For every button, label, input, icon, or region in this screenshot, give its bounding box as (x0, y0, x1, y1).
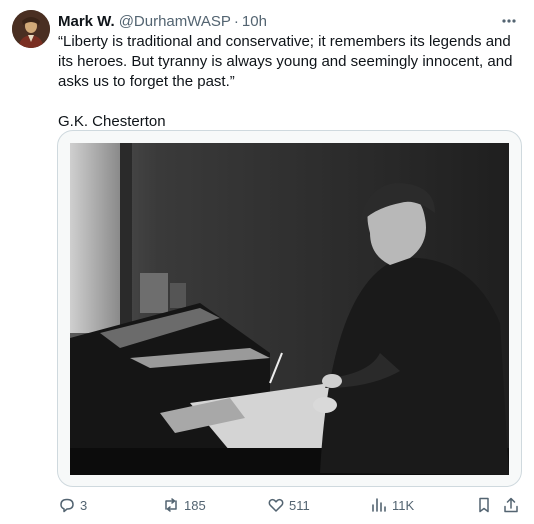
views-icon (372, 498, 386, 512)
action-bar: 3 185 511 11K (58, 494, 524, 516)
bookmark-icon (479, 497, 489, 513)
like-button[interactable]: 511 (267, 494, 310, 516)
author-name[interactable]: Mark W. (58, 13, 115, 30)
reply-icon (60, 498, 74, 513)
attribution-text: G.K. Chesterton (58, 113, 166, 130)
bookmark-button[interactable] (475, 494, 493, 516)
views-button[interactable]: 11K (370, 494, 414, 516)
more-button[interactable] (498, 11, 520, 31)
views-count: 11K (392, 497, 415, 513)
reply-count: 3 (80, 497, 88, 513)
tweet-header: Mark W. @DurhamWASP · 10h (58, 11, 520, 31)
timestamp[interactable]: 10h (242, 13, 267, 30)
media-container[interactable] (57, 130, 522, 487)
author-handle[interactable]: @DurhamWASP (119, 13, 231, 30)
share-button[interactable] (502, 494, 520, 516)
repost-icon (165, 498, 177, 512)
share-icon (504, 497, 518, 513)
quote-text: “Liberty is traditional and conservative… (58, 33, 513, 90)
tweet-text: “Liberty is traditional and conservative… (58, 32, 518, 132)
avatar[interactable] (12, 10, 50, 48)
reply-button[interactable]: 3 (58, 494, 87, 516)
chesterton-photo (70, 143, 509, 475)
repost-button[interactable]: 185 (162, 494, 206, 516)
separator: · (233, 12, 239, 30)
more-icon (502, 19, 516, 23)
like-icon (268, 498, 284, 512)
repost-count: 185 (184, 497, 206, 513)
avatar-portrait-image (12, 10, 50, 48)
like-count: 511 (289, 497, 310, 513)
